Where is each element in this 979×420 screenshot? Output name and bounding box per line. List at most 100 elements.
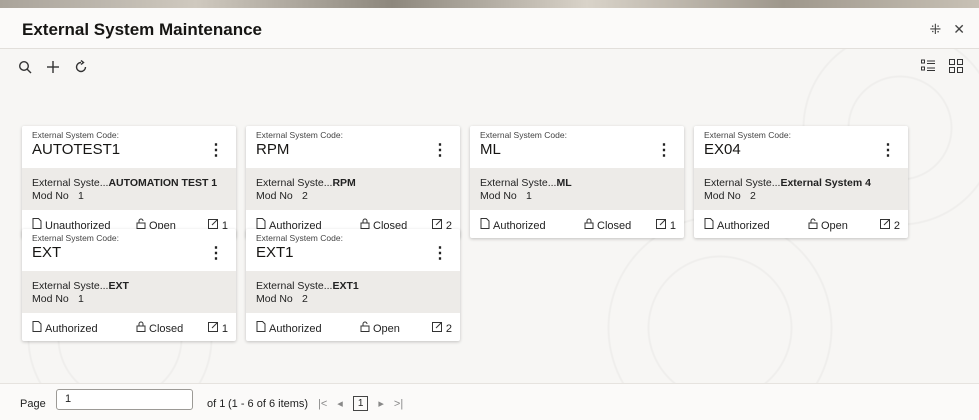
mod-value: 2 [302, 293, 308, 305]
mod-value: 2 [750, 190, 756, 202]
record-status: Open [360, 321, 400, 335]
lock-icon [808, 218, 818, 232]
auth-status: Authorized [704, 218, 770, 232]
modification-count[interactable]: 1 [655, 218, 676, 232]
grid-view-icon[interactable] [949, 59, 963, 77]
auth-status-text: Authorized [45, 323, 98, 335]
more-actions-icon[interactable]: ⋮ [656, 140, 672, 160]
edit-icon [879, 218, 891, 232]
mod-label: Mod No [256, 293, 293, 305]
collapse-icon[interactable]: ⁜ [930, 21, 942, 38]
mod-value: 2 [302, 190, 308, 202]
description-label: External Syste... [32, 280, 109, 292]
record-card[interactable]: External System Code: EXT1 ⋮ External Syste… [246, 229, 460, 341]
description-value: EXT [108, 280, 129, 292]
code-label: External System Code: [704, 130, 791, 140]
document-icon [256, 321, 266, 335]
more-actions-icon[interactable]: ⋮ [432, 140, 448, 160]
code-value: EXT [32, 244, 62, 261]
page-label: Page [20, 398, 46, 410]
first-page-icon[interactable]: |< [318, 398, 327, 410]
modification-count[interactable]: 1 [207, 321, 228, 335]
record-card[interactable]: External System Code: EX04 ⋮ External Syste… [694, 126, 908, 238]
record-status: Closed [584, 218, 631, 232]
more-actions-icon[interactable]: ⋮ [880, 140, 896, 160]
record-card[interactable]: External System Code: ML ⋮ External Syste..… [470, 126, 684, 238]
record-card[interactable]: External System Code: EXT ⋮ External Syste.… [22, 229, 236, 341]
description-row: External Syste...External System 4 [704, 177, 871, 189]
record-card[interactable]: External System Code: RPM ⋮ External Syste.… [246, 126, 460, 238]
search-icon[interactable] [18, 60, 32, 78]
more-actions-icon[interactable]: ⋮ [432, 243, 448, 263]
last-page-icon[interactable]: >| [394, 398, 403, 410]
card-details: External Syste...ML Mod No 1 [470, 168, 684, 210]
page-number-input[interactable]: 1 [56, 389, 193, 410]
auth-status-text: Authorized [493, 220, 546, 232]
mod-value: 1 [78, 190, 84, 202]
document-icon [480, 218, 490, 232]
prev-page-icon[interactable]: ◂ [337, 397, 343, 410]
page-count: of 1 [207, 398, 226, 410]
list-view-icon[interactable] [921, 59, 935, 77]
record-status-text: Closed [149, 323, 184, 335]
next-page-icon[interactable]: ▸ [378, 397, 384, 410]
description-label: External Syste... [32, 177, 109, 189]
card-details: External Syste...External System 4 Mod No… [694, 168, 908, 210]
toolbar [18, 59, 88, 78]
view-toggle [921, 59, 963, 77]
more-actions-icon[interactable]: ⋮ [208, 243, 224, 263]
close-icon[interactable]: ✕ [953, 21, 965, 38]
current-page-button[interactable]: 1 [352, 396, 369, 411]
lock-icon [584, 218, 594, 232]
add-icon[interactable] [46, 60, 60, 78]
refresh-icon[interactable] [74, 59, 88, 78]
code-value: ML [480, 141, 501, 158]
code-value: EXT1 [256, 244, 294, 261]
card-header: External System Code: EXT ⋮ [22, 229, 236, 271]
modification-count-text: 1 [221, 323, 228, 335]
card-details: External Syste...AUTOMATION TEST 1 Mod No… [22, 168, 236, 210]
auth-status: Authorized [480, 218, 546, 232]
code-label: External System Code: [32, 233, 119, 243]
card-details: External Syste...EXT Mod No 1 [22, 271, 236, 313]
page-title: External System Maintenance [22, 20, 262, 39]
code-label: External System Code: [32, 130, 119, 140]
description-value: ML [556, 177, 572, 189]
mod-label: Mod No [704, 190, 741, 202]
edit-icon [207, 321, 219, 335]
lock-icon [360, 321, 370, 335]
card-footer: Authorized Closed 1 [22, 313, 236, 341]
items-count: (1 - 6 of 6 items) [228, 398, 309, 410]
description-value: External System 4 [780, 177, 871, 189]
card-header: External System Code: AUTOTEST1 ⋮ [22, 126, 236, 168]
code-value: EX04 [704, 141, 741, 158]
card-footer: Authorized Open 2 [694, 210, 908, 238]
mod-value: 1 [78, 293, 84, 305]
document-icon [32, 321, 42, 335]
card-footer: Authorized Open 2 [246, 313, 460, 341]
code-value: RPM [256, 141, 290, 158]
mod-row: Mod No 2 [256, 293, 308, 305]
record-status-text: Closed [597, 220, 632, 232]
mod-row: Mod No 2 [256, 190, 308, 202]
description-label: External Syste... [256, 177, 333, 189]
mod-row: Mod No 1 [32, 293, 84, 305]
pagination-bar: Page 1 of 1 (1 - 6 of 6 items) |< ◂ 1 ▸ … [0, 383, 979, 420]
record-card[interactable]: External System Code: AUTOTEST1 ⋮ External … [22, 126, 236, 238]
window-controls: ⁜ ✕ [930, 21, 965, 38]
card-header: External System Code: RPM ⋮ [246, 126, 460, 168]
mod-label: Mod No [256, 190, 293, 202]
more-actions-icon[interactable]: ⋮ [208, 140, 224, 160]
description-row: External Syste...AUTOMATION TEST 1 [32, 177, 217, 189]
card-details: External Syste...RPM Mod No 2 [246, 168, 460, 210]
modification-count[interactable]: 2 [879, 218, 900, 232]
card-header: External System Code: ML ⋮ [470, 126, 684, 168]
record-status: Open [808, 218, 848, 232]
mod-row: Mod No 2 [704, 190, 756, 202]
description-value: EXT1 [332, 280, 359, 292]
description-row: External Syste...EXT1 [256, 280, 359, 292]
description-value: AUTOMATION TEST 1 [108, 177, 218, 189]
modification-count[interactable]: 2 [431, 321, 452, 335]
auth-status: Authorized [256, 321, 322, 335]
description-label: External Syste... [480, 177, 557, 189]
